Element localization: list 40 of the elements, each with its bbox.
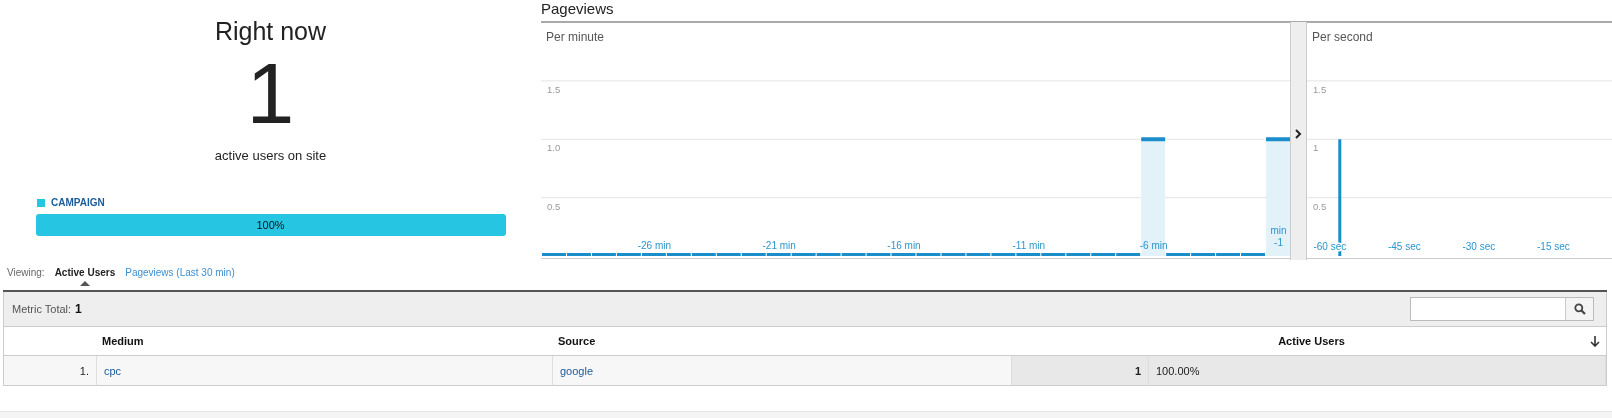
count-caption: active users on site	[214, 148, 327, 163]
selected-pointer-icon	[79, 280, 90, 286]
x-tick-label: -21 min	[762, 240, 796, 251]
y-tick-label: 1.5	[547, 83, 561, 95]
legend-label: CAMPAIGN	[51, 197, 105, 208]
y-tick-label: 1.5	[1313, 83, 1327, 95]
metric-total-label: Metric Total:	[12, 303, 72, 315]
y-tick-label: 0.5	[547, 200, 561, 212]
metric-total-value: 1	[75, 302, 82, 316]
active-user-count: 1	[246, 50, 295, 136]
x-tick-label: -16 min	[887, 240, 921, 251]
search-button[interactable]	[1565, 298, 1593, 320]
medium-link[interactable]: cpc	[104, 364, 122, 377]
table-cell: 100.00%	[1149, 356, 1606, 386]
panel-title: Right now	[214, 17, 327, 46]
chart-title: Per minute	[546, 30, 605, 44]
chart-title: Per second	[1312, 30, 1373, 44]
search-icon	[1573, 303, 1586, 315]
x-tick-label: -11 min	[1012, 240, 1046, 251]
view-tab[interactable]: Pageviews (Last 30 min)	[125, 266, 235, 278]
x-tick-label: -15 sec	[1537, 241, 1570, 252]
viewing-label: Viewing:	[7, 266, 45, 278]
search-field[interactable]	[1410, 297, 1594, 321]
x-tick-label: -45 sec	[1387, 241, 1421, 252]
share-bar: 100%	[35, 214, 506, 236]
y-tick-label: 1	[1313, 142, 1319, 154]
x-tick-label: -6 min	[1139, 240, 1168, 251]
y-tick-label: 0.5	[1313, 200, 1327, 212]
section-title: Pageviews	[541, 0, 1612, 22]
x-tick-label: min -1	[1270, 225, 1287, 248]
view-tab[interactable]: Active Users	[54, 266, 116, 278]
expand-button[interactable]	[1290, 22, 1307, 260]
x-tick-label: -30 sec	[1462, 241, 1496, 252]
y-tick-label: 1.0	[547, 142, 561, 154]
table-cell: 1	[1012, 356, 1149, 386]
source-link[interactable]: google	[560, 364, 594, 377]
x-tick-label: -26 min	[637, 240, 672, 251]
chevron-right-icon	[1295, 129, 1302, 139]
row-number: 1.	[4, 356, 97, 386]
sort-down-arrow-icon	[1590, 335, 1600, 347]
